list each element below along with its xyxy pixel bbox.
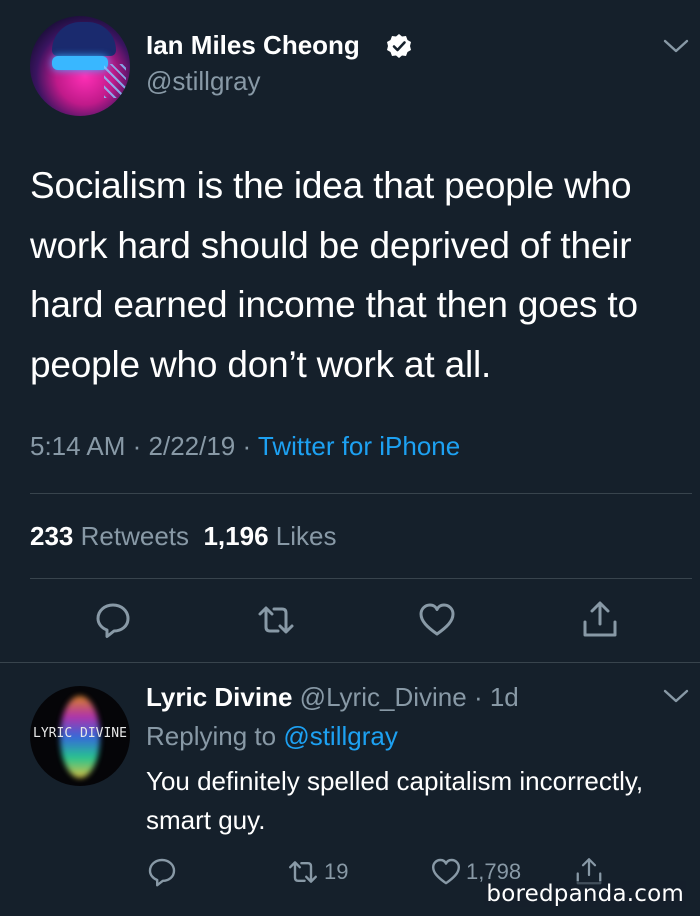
retweets-stat[interactable]: 233 Retweets [30, 521, 189, 551]
reply-icon [148, 858, 176, 887]
share-icon[interactable] [580, 600, 620, 640]
reply-retweet-action[interactable]: 19 [286, 856, 348, 888]
replying-label: Replying to [146, 721, 277, 751]
chevron-down-icon[interactable] [662, 36, 690, 56]
tweet-source-link[interactable]: Twitter for iPhone [258, 431, 460, 461]
author-handle[interactable]: @stillgray [146, 66, 261, 97]
likes-label: Likes [275, 521, 337, 551]
retweet-icon [289, 861, 317, 883]
reply-retweet-count: 19 [324, 859, 349, 884]
retweets-label: Retweets [80, 521, 190, 551]
meta-separator: · [235, 431, 258, 461]
reply-separator: · [466, 682, 490, 712]
divider [30, 578, 692, 579]
reply-author-name[interactable]: Lyric Divine [146, 682, 292, 712]
author-display-name[interactable]: Ian Miles Cheong [146, 30, 360, 61]
meta-separator: · [125, 431, 149, 461]
heart-icon[interactable] [417, 600, 457, 640]
replying-to: Replying to @stillgray [146, 721, 398, 752]
reply-author-handle[interactable]: @Lyric_Divine [300, 682, 467, 712]
avatar-logo-text: LYRIC DIVINE [33, 726, 127, 741]
avatar-background [104, 64, 126, 98]
chevron-down-icon[interactable] [662, 686, 690, 706]
reply-icon[interactable] [93, 600, 133, 640]
author-avatar[interactable] [30, 16, 130, 116]
reply-header: Lyric Divine @Lyric_Divine · 1d [146, 682, 519, 713]
like-count: 1,196 [203, 521, 269, 551]
tweet-stats: 233 Retweets 1,196 Likes [30, 521, 336, 552]
reply-reply-action[interactable] [146, 856, 178, 888]
tweet-time: 5:14 AM [30, 431, 126, 461]
retweet-icon[interactable] [256, 600, 296, 640]
reply-text: You definitely spelled capitalism incorr… [146, 766, 644, 835]
watermark: boredpanda.com [484, 881, 686, 907]
reply-author-avatar[interactable]: LYRIC DIVINE [30, 686, 130, 786]
heart-icon [432, 858, 460, 885]
retweet-count: 233 [30, 521, 74, 551]
avatar-glasses [52, 56, 108, 70]
tweet-text: Socialism is the idea that people who wo… [30, 165, 638, 385]
likes-stat[interactable]: 1,196 Likes [203, 521, 336, 551]
divider [0, 662, 700, 663]
replying-handle-link[interactable]: @stillgray [283, 721, 398, 751]
reply-age: 1d [489, 682, 519, 712]
tweet-meta: 5:14 AM · 2/22/19 · Twitter for iPhone [30, 431, 460, 462]
divider [30, 493, 692, 494]
tweet-date: 2/22/19 [148, 431, 236, 461]
avatar-hat [52, 22, 116, 56]
verified-badge-icon [387, 34, 411, 58]
